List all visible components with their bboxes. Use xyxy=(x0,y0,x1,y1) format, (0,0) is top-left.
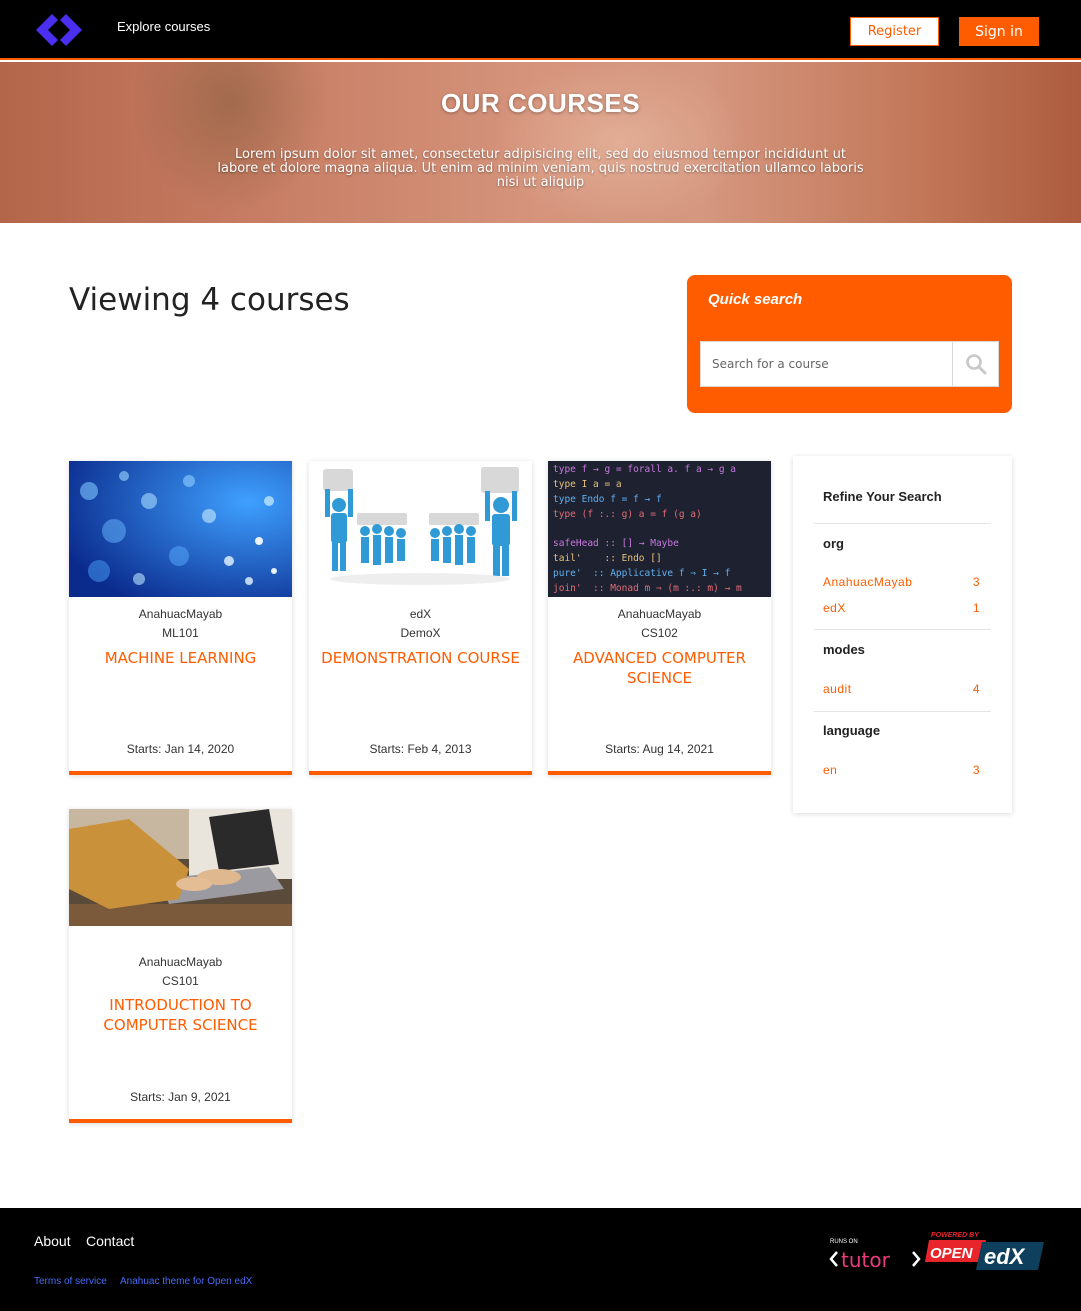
hero-title: OUR COURSES xyxy=(440,88,641,118)
code-line: pure' :: Applicative f ⇒ I → f xyxy=(553,568,731,580)
divider xyxy=(814,523,991,524)
explore-courses-link[interactable]: Explore courses xyxy=(117,19,210,34)
course-start-date: Starts: Jan 14, 2020 xyxy=(126,742,235,756)
course-card-ml101[interactable]: AnahuacMayab ML101 MACHINE LEARNING Star… xyxy=(69,461,292,775)
quick-search-title: Quick search xyxy=(708,291,803,308)
facet-option-label: AnahuacMayab xyxy=(823,575,913,589)
course-org: AnahuacMayab xyxy=(617,607,702,621)
footer-about-link[interactable]: About xyxy=(34,1233,71,1249)
footer: About Contact Terms of service Anahuac t… xyxy=(0,1208,1081,1311)
quick-search-panel: Quick search Search for a course xyxy=(687,275,1012,413)
code-line: safeHead :: [] → Maybe xyxy=(553,538,679,550)
register-button[interactable]: Register xyxy=(850,17,939,46)
course-org: edX xyxy=(409,607,432,621)
facet-option-label: en xyxy=(823,763,838,777)
course-code: DemoX xyxy=(400,626,441,640)
code-line: type (f :.: g) a = f (g a) xyxy=(553,508,702,520)
course-card-cs102[interactable]: type f → g = forall a. f a → g a type I a… xyxy=(548,461,771,775)
course-code: ML101 xyxy=(162,626,199,640)
facet-org-heading: org xyxy=(823,536,844,551)
facet-modes-heading: modes xyxy=(823,642,865,657)
course-start-date: Starts: Jan 9, 2021 xyxy=(130,1090,231,1104)
facet-language-heading: language xyxy=(823,723,881,738)
facet-option-audit[interactable]: audit 4 xyxy=(823,682,980,696)
search-icon xyxy=(965,354,986,375)
hero-description: Lorem ipsum dolor sit amet, consectetur … xyxy=(217,147,864,190)
code-line: type Endo f = f → f xyxy=(553,493,662,505)
code-line: type f → g = forall a. f a → g a xyxy=(553,464,737,475)
course-org: AnahuacMayab xyxy=(138,607,223,621)
course-code: CS101 xyxy=(162,974,199,988)
code-line: type I a = a xyxy=(553,478,622,490)
footer-contact-link[interactable]: Contact xyxy=(86,1233,134,1249)
facet-option-count: 3 xyxy=(972,763,980,777)
tutor-runs-on-label: RUNS ON xyxy=(830,1239,858,1245)
course-search-input[interactable]: Search for a course xyxy=(700,341,953,387)
course-title[interactable]: INTRODUCTION TO COMPUTER SCIENCE xyxy=(77,995,284,1035)
facet-option-count: 1 xyxy=(972,601,980,615)
course-start-date: Starts: Aug 14, 2021 xyxy=(605,742,714,756)
tutor-logo-icon[interactable]: RUNS ON tutor xyxy=(829,1234,924,1272)
logo-icon[interactable] xyxy=(34,12,84,48)
course-title[interactable]: MACHINE LEARNING xyxy=(77,648,284,668)
course-org: AnahuacMayab xyxy=(138,955,223,969)
course-image-machine-learning xyxy=(69,461,292,597)
search-button[interactable] xyxy=(952,341,999,387)
course-image-advanced-cs: type f → g = forall a. f a → g a type I a… xyxy=(548,461,771,597)
openedx-powered-label: POWERED BY xyxy=(931,1232,980,1239)
refine-search-panel: Refine Your Search org AnahuacMayab 3 ed… xyxy=(793,456,1012,813)
facet-option-label: audit xyxy=(823,682,852,696)
course-image-intro-cs xyxy=(69,809,292,926)
theme-link[interactable]: Anahuac theme for Open edX xyxy=(120,1276,252,1287)
openedx-edx-label: edX xyxy=(984,1244,1026,1269)
openedx-logo-icon[interactable]: POWERED BY OPEN edX xyxy=(924,1228,1044,1273)
course-start-date: Starts: Feb 4, 2013 xyxy=(369,742,472,756)
hero-banner: OUR COURSES Lorem ipsum dolor sit amet, … xyxy=(0,62,1081,223)
code-line: join' :: Monad m ⇒ (m :.: m) → m xyxy=(553,583,742,595)
course-code: CS102 xyxy=(641,626,678,640)
terms-of-service-link[interactable]: Terms of service xyxy=(34,1276,107,1287)
course-card-demox[interactable]: edX DemoX DEMONSTRATION COURSE Starts: F… xyxy=(309,461,532,775)
facet-option-count: 3 xyxy=(972,575,980,589)
course-card-cs101[interactable]: AnahuacMayab CS101 INTRODUCTION TO COMPU… xyxy=(69,809,292,1123)
code-snippet: type f → g = forall a. f a → g a type I a… xyxy=(553,463,768,597)
courses-count-heading: Viewing 4 courses xyxy=(69,282,350,318)
divider xyxy=(814,711,991,712)
divider xyxy=(814,629,991,630)
refine-title: Refine Your Search xyxy=(823,489,942,504)
facet-option-edx[interactable]: edX 1 xyxy=(823,601,980,615)
course-title[interactable]: DEMONSTRATION COURSE xyxy=(317,648,524,668)
facet-option-count: 4 xyxy=(972,682,980,696)
facet-option-anahuacmayab[interactable]: AnahuacMayab 3 xyxy=(823,575,980,589)
sign-in-button[interactable]: Sign in xyxy=(959,17,1039,46)
facet-option-label: edX xyxy=(823,601,846,615)
course-image-demonstration xyxy=(309,461,532,597)
openedx-open-label: OPEN xyxy=(930,1245,974,1262)
tutor-name: tutor xyxy=(841,1248,891,1272)
top-navbar: Explore courses Register Sign in xyxy=(0,0,1081,60)
facet-option-en[interactable]: en 3 xyxy=(823,763,980,777)
code-line: tail' :: Endo [] xyxy=(553,553,662,565)
course-title[interactable]: ADVANCED COMPUTER SCIENCE xyxy=(556,648,763,688)
